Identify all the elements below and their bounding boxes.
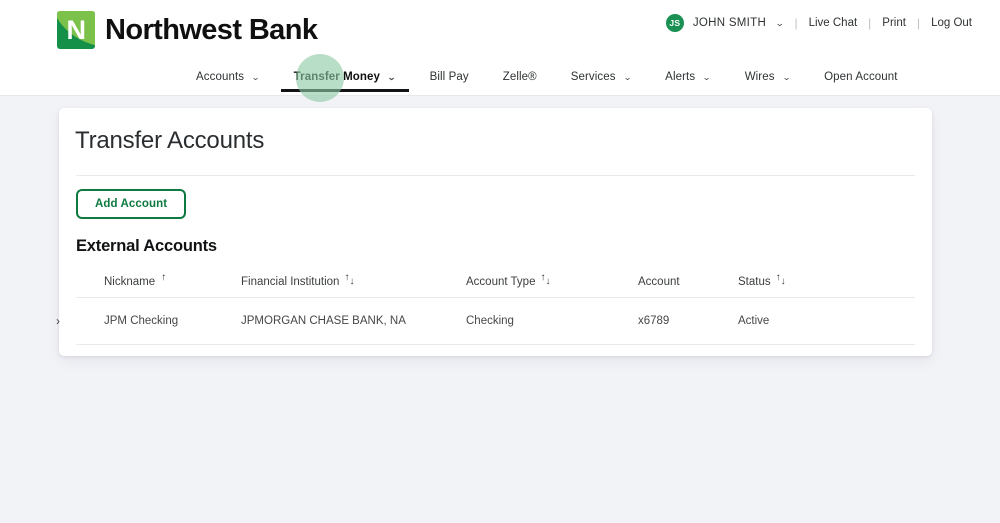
sort-toggle-icon[interactable]: ↑↓	[776, 275, 787, 286]
chevron-right-icon[interactable]: ›	[56, 315, 60, 327]
external-accounts-table: Nickname ↑ Financial Institution ↑↓ Accoun…	[76, 275, 915, 345]
cell-financial-institution: JPMORGAN CHASE BANK, NA	[241, 298, 466, 345]
divider: |	[868, 16, 871, 30]
nav-item-alerts[interactable]: Alerts ⌄	[665, 52, 711, 83]
log-out-link[interactable]: Log Out	[931, 17, 972, 29]
live-chat-link[interactable]: Live Chat	[809, 17, 858, 29]
nav-item-label: Open Account	[824, 71, 897, 83]
chevron-down-icon: ⌄	[775, 18, 785, 29]
sort-down-glyph: ↓	[545, 277, 550, 287]
column-header-account: Account	[638, 275, 738, 298]
column-header-nickname[interactable]: Nickname ↑	[76, 275, 241, 298]
print-link[interactable]: Print	[882, 17, 906, 29]
nav-item-label: Zelle®	[503, 71, 537, 83]
northwest-bank-logo-icon: N	[57, 11, 95, 49]
cell-account-type: Checking	[466, 298, 638, 345]
column-header-label: Account	[638, 276, 680, 288]
logo-letter: N	[57, 11, 95, 49]
nav-item-label: Alerts	[665, 71, 695, 83]
user-name-label: JOHN SMITH	[693, 17, 766, 29]
column-header-account-type[interactable]: Account Type ↑↓	[466, 275, 638, 298]
chevron-down-icon: ⌄	[252, 72, 261, 83]
column-header-label: Status	[738, 276, 771, 288]
divider	[76, 175, 915, 176]
sort-down-glyph: ↓	[349, 277, 354, 287]
chevron-down-icon: ⌄	[703, 72, 712, 83]
nav-item-bill-pay[interactable]: Bill Pay	[430, 52, 469, 83]
sort-toggle-icon[interactable]: ↑↓	[344, 275, 355, 286]
divider: |	[794, 16, 797, 30]
divider: |	[917, 16, 920, 30]
add-account-button[interactable]: Add Account	[76, 189, 186, 219]
table-row[interactable]: › JPM Checking JPMORGAN CHASE BANK, NA C…	[76, 298, 915, 345]
section-title-external-accounts: External Accounts	[76, 237, 915, 256]
transfer-accounts-card: Transfer Accounts Add Account External A…	[59, 108, 932, 356]
sort-up-glyph: ↑	[161, 273, 166, 283]
cell-nickname: › JPM Checking	[76, 298, 241, 345]
nav-item-accounts[interactable]: Accounts ⌄	[196, 52, 260, 83]
page-title: Transfer Accounts	[75, 108, 915, 155]
chevron-down-icon: ⌄	[782, 72, 791, 83]
brand-name: Northwest Bank	[105, 14, 317, 47]
nav-item-open-account[interactable]: Open Account	[824, 52, 897, 83]
status-badge: Active	[738, 298, 915, 345]
site-header: N Northwest Bank JS JOHN SMITH ⌄ | Live …	[0, 0, 1000, 52]
sort-down-glyph: ↓	[781, 277, 786, 287]
nav-item-label: Transfer Money	[294, 71, 380, 83]
column-header-label: Financial Institution	[241, 276, 339, 288]
nickname-value: JPM Checking	[104, 315, 178, 327]
utility-bar: JS JOHN SMITH ⌄ | Live Chat | Print | Lo…	[666, 14, 972, 32]
table-footer-spacer	[76, 345, 915, 356]
column-header-label: Account Type	[466, 276, 535, 288]
table-header-row: Nickname ↑ Financial Institution ↑↓ Accoun…	[76, 275, 915, 298]
nav-item-label: Accounts	[196, 71, 244, 83]
sort-ascending-icon[interactable]: ↑	[160, 275, 171, 286]
nav-item-services[interactable]: Services ⌄	[571, 52, 631, 83]
main-navigation: Accounts ⌄ Transfer Money ⌄ Bill Pay Zel…	[0, 52, 1000, 96]
column-header-status[interactable]: Status ↑↓	[738, 275, 915, 298]
nav-item-transfer-money[interactable]: Transfer Money ⌄	[294, 52, 396, 83]
avatar[interactable]: JS	[666, 14, 684, 32]
brand-logo[interactable]: N Northwest Bank	[57, 11, 317, 49]
nav-item-zelle[interactable]: Zelle®	[503, 52, 537, 83]
nav-item-label: Wires	[745, 71, 775, 83]
nav-item-label: Bill Pay	[430, 71, 469, 83]
column-header-financial-institution[interactable]: Financial Institution ↑↓	[241, 275, 466, 298]
column-header-label: Nickname	[104, 276, 155, 288]
nav-item-wires[interactable]: Wires ⌄	[745, 52, 790, 83]
sort-toggle-icon[interactable]: ↑↓	[540, 275, 551, 286]
user-menu[interactable]: JOHN SMITH ⌄	[693, 17, 784, 29]
cell-account-number: x6789	[638, 298, 738, 345]
chevron-down-icon: ⌄	[623, 72, 632, 83]
nav-item-label: Services	[571, 71, 616, 83]
chevron-down-icon: ⌄	[387, 72, 396, 83]
